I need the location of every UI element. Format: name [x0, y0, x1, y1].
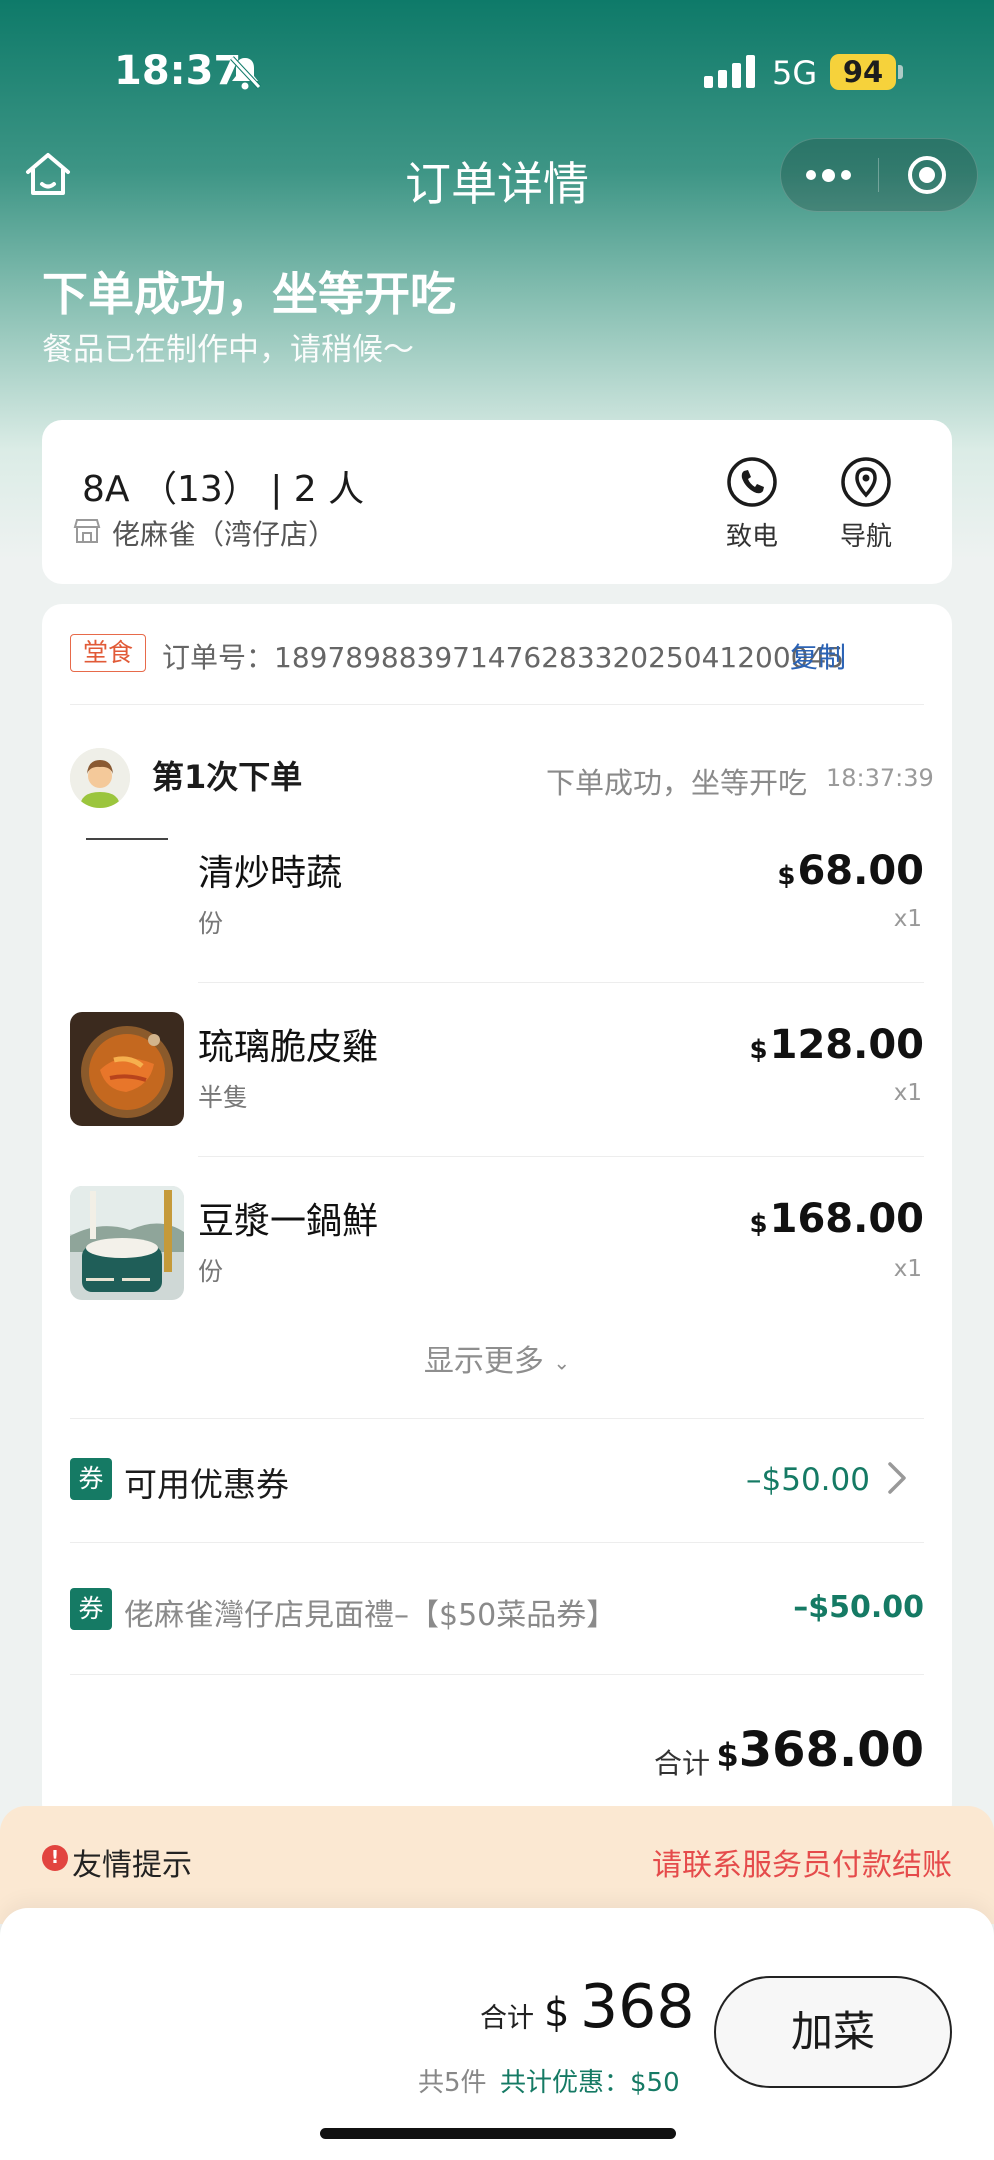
show-more-button[interactable]: 显示更多 ⌄: [0, 1336, 994, 1380]
item-price-value: 168.00: [769, 1196, 924, 1242]
chevron-right-icon[interactable]: [884, 1460, 910, 1496]
subtotal-value: 368.00: [738, 1722, 924, 1778]
battery-level: 94: [830, 54, 896, 90]
item-count: 共5件: [418, 2068, 487, 2098]
item-name: 清炒時蔬: [198, 853, 343, 894]
subtotal-amount: $368.00: [717, 1722, 925, 1778]
subtotal-label: 合计: [654, 1747, 711, 1780]
capsule-divider: [878, 158, 879, 192]
call-button[interactable]: 致电: [712, 456, 792, 553]
warning-icon: !: [42, 1845, 68, 1871]
item-price-value: 68.00: [797, 848, 924, 894]
item-price: $68.00: [777, 848, 924, 894]
user-avatar-icon: [70, 748, 130, 808]
call-label: 致电: [725, 522, 778, 552]
close-mini-program-icon[interactable]: [908, 156, 946, 194]
order-number-value: 18978988397147628332025041200045: [274, 641, 845, 674]
location-pin-icon: [841, 457, 891, 507]
soy-milk-hotpot-image: [70, 1186, 184, 1300]
item-price: $168.00: [750, 1196, 924, 1242]
network-type: 5G: [772, 54, 818, 92]
total-discount: 共计优惠：$50: [500, 2068, 680, 2098]
divider: [198, 982, 924, 983]
item-unit: 份: [198, 1257, 224, 1286]
applied-coupon-amount: –$50.00: [793, 1590, 924, 1625]
more-options-icon[interactable]: [806, 168, 851, 182]
total-amount: 368: [580, 1972, 695, 2042]
total-currency: $: [544, 1990, 570, 2036]
bell-muted-icon: [230, 56, 261, 90]
order-batch-status: 下单成功，坐等开吃: [546, 766, 808, 800]
item-price-value: 128.00: [769, 1022, 924, 1068]
status-time: 18:37: [114, 48, 242, 94]
order-number-label: 订单号：: [162, 641, 275, 674]
coupon-badge: 券: [70, 1458, 112, 1500]
show-more-label: 显示更多: [423, 1344, 544, 1379]
divider: [70, 1418, 924, 1419]
add-dishes-button[interactable]: 加菜: [714, 1976, 952, 2088]
divider: [70, 1674, 924, 1675]
item-name: 琉璃脆皮雞: [198, 1027, 379, 1068]
item-name: 豆漿一鍋鮮: [198, 1201, 379, 1242]
currency-symbol: $: [749, 1209, 768, 1239]
table-number: 8A （13） | 2 人: [82, 469, 365, 510]
avatar: [70, 748, 130, 808]
reminder-message: 请联系服务员付款结账: [652, 1848, 952, 1883]
store-icon: [73, 519, 101, 543]
battery-cap-icon: [898, 65, 903, 79]
item-image-placeholder: [86, 838, 168, 840]
navigate-button[interactable]: 导航: [826, 456, 906, 553]
copy-order-number-link[interactable]: 复制: [790, 636, 846, 676]
applied-coupon-title: 佬麻雀灣仔店見面禮–【$50菜品券】: [124, 1598, 617, 1633]
coupon-badge: 券: [70, 1588, 112, 1630]
item-quantity: x1: [893, 1256, 922, 1282]
phone-icon: [727, 457, 777, 507]
item-image: [70, 1012, 184, 1126]
reminder-title: 友情提示: [72, 1848, 192, 1883]
item-unit: 半隻: [198, 1083, 249, 1112]
coupon-amount: –$50.00: [746, 1462, 870, 1498]
success-title: 下单成功，坐等开吃: [42, 267, 456, 321]
item-quantity: x1: [893, 906, 922, 932]
order-number: 订单号：18978988397147628332025041200045: [162, 636, 844, 676]
home-indicator: [320, 2128, 676, 2139]
currency-symbol: $: [749, 1035, 768, 1065]
store-name: 佬麻雀（湾仔店）: [112, 518, 337, 551]
divider: [198, 1156, 924, 1157]
navigate-label: 导航: [839, 522, 892, 552]
item-quantity: x1: [893, 1080, 922, 1106]
item-price: $128.00: [750, 1022, 924, 1068]
divider: [70, 704, 924, 705]
currency-symbol: $: [716, 1736, 739, 1774]
currency-symbol: $: [777, 861, 796, 891]
success-subtitle: 餐品已在制作中，请稍候～: [42, 332, 414, 368]
divider: [70, 1542, 924, 1543]
signal-icon: [704, 54, 755, 88]
dine-in-tag: 堂食: [70, 634, 147, 672]
item-unit: 份: [198, 909, 224, 938]
order-batch-title: 第1次下单: [152, 758, 303, 796]
order-batch-time: 18:37:39: [826, 764, 934, 792]
total-label: 合计: [480, 2003, 534, 2034]
crispy-chicken-image: [70, 1012, 184, 1126]
item-image: [70, 1186, 184, 1300]
available-coupons-label[interactable]: 可用优惠券: [124, 1458, 289, 1506]
chevron-down-icon: ⌄: [553, 1350, 571, 1375]
